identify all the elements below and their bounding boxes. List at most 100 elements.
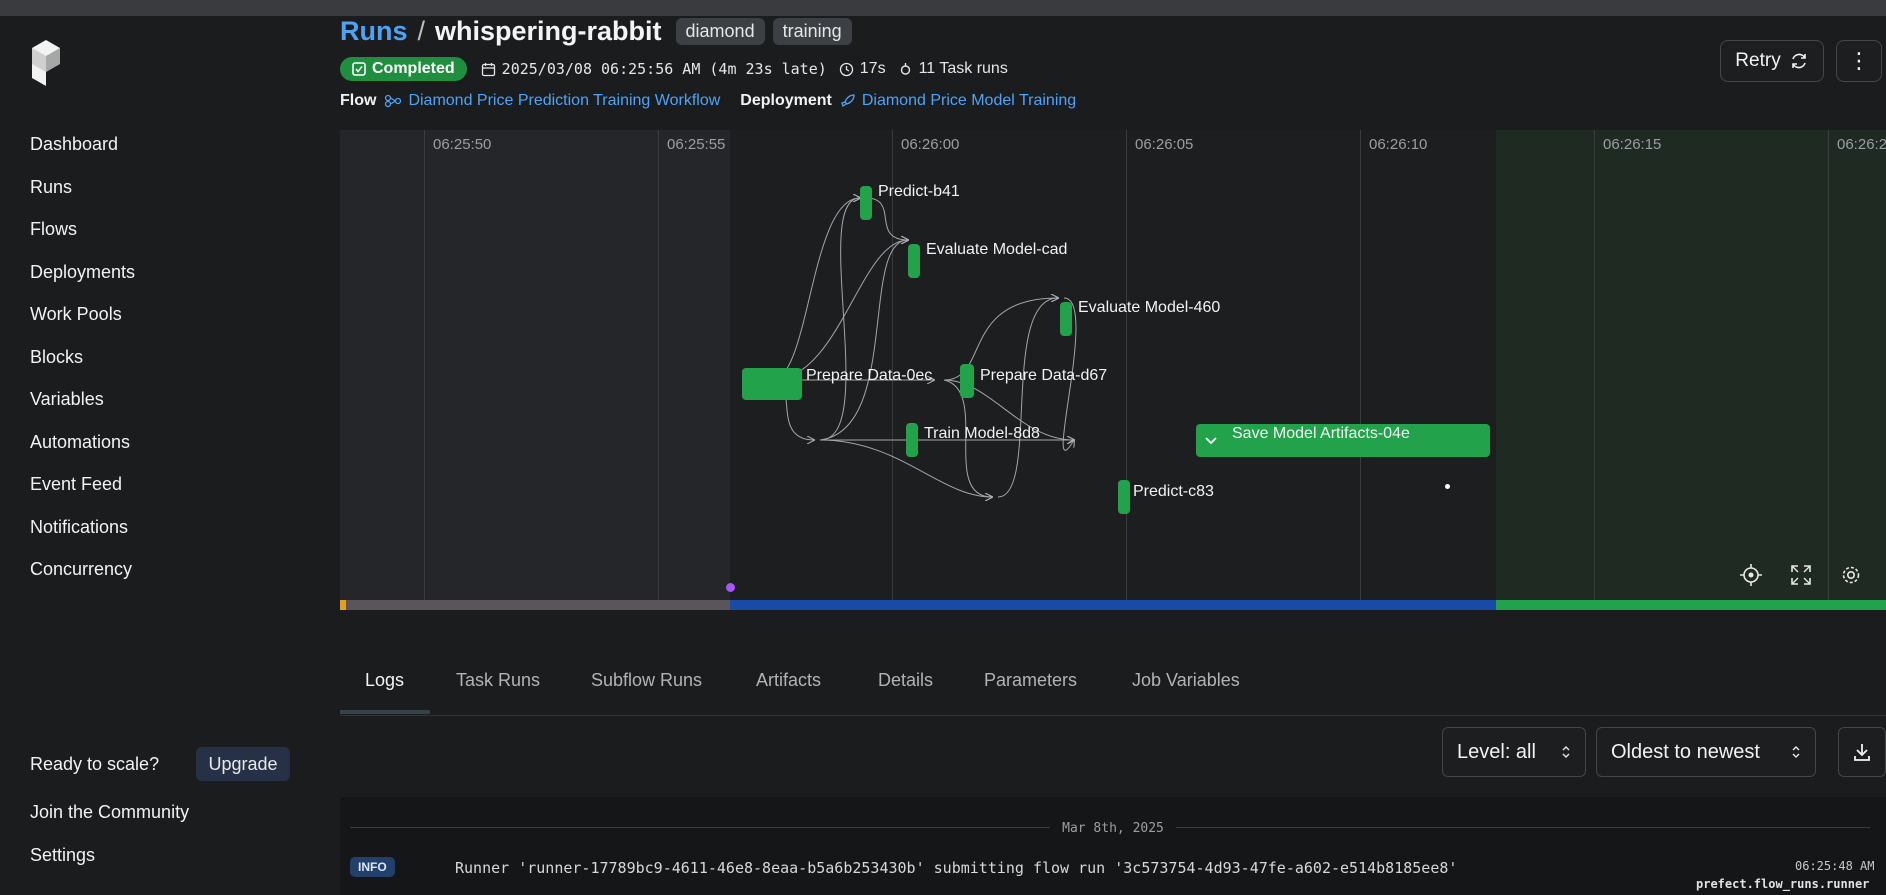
fullscreen-icon[interactable] bbox=[1786, 560, 1816, 590]
nav-event-feed[interactable]: Event Feed bbox=[30, 474, 122, 495]
browser-top-strip bbox=[0, 0, 1886, 16]
node-label: Train Model-8d8 bbox=[924, 425, 1040, 442]
join-community-link[interactable]: Join the Community bbox=[30, 802, 189, 823]
chevron-up-down-icon bbox=[1562, 746, 1570, 758]
duration: 17s bbox=[839, 60, 886, 78]
timeline-pending-segment bbox=[346, 600, 730, 610]
start-time: 2025/03/08 06:25:56 AM (4m 23s late) bbox=[481, 60, 827, 78]
tab-logs[interactable]: Logs bbox=[365, 670, 404, 691]
start-time-text: 2025/03/08 06:25:56 AM (4m 23s late) bbox=[501, 60, 827, 78]
nav-flows[interactable]: Flows bbox=[30, 219, 77, 240]
deployment-link[interactable]: Diamond Price Model Training bbox=[840, 92, 1076, 110]
node-evaluate-model-cad[interactable] bbox=[908, 244, 920, 278]
more-options-button[interactable]: ⋮ bbox=[1836, 40, 1882, 82]
tab-task-runs[interactable]: Task Runs bbox=[456, 670, 540, 691]
node-prepare-data-d67[interactable] bbox=[960, 364, 974, 398]
duration-text: 17s bbox=[859, 60, 886, 77]
nav-notifications[interactable]: Notifications bbox=[30, 517, 128, 538]
log-order-select[interactable]: Oldest to newest bbox=[1596, 727, 1816, 777]
tab-subflow-runs[interactable]: Subflow Runs bbox=[591, 670, 702, 691]
deployment-label: Deployment bbox=[740, 92, 832, 109]
node-label: Prepare Data-0ec bbox=[806, 367, 933, 384]
breadcrumb-separator: / bbox=[417, 15, 426, 46]
log-message: Runner 'runner-17789bc9-4611-46e8-8eaa-b… bbox=[455, 859, 1458, 877]
task-node-icon bbox=[900, 62, 910, 75]
node-train-model-8d8[interactable] bbox=[906, 423, 918, 457]
ready-to-scale-text: Ready to scale? bbox=[30, 754, 160, 774]
tab-job-variables[interactable]: Job Variables bbox=[1132, 670, 1240, 691]
node-label: Prepare Data-d67 bbox=[980, 367, 1108, 384]
nav-variables[interactable]: Variables bbox=[30, 389, 104, 410]
nav-work-pools[interactable]: Work Pools bbox=[30, 304, 122, 325]
timeline-marker-dot bbox=[726, 583, 735, 592]
log-level-value: Level: all bbox=[1457, 740, 1536, 763]
clock-icon bbox=[839, 62, 853, 76]
rocket-icon bbox=[841, 94, 855, 108]
log-order-value: Oldest to newest bbox=[1611, 740, 1760, 763]
node-evaluate-model-460[interactable] bbox=[1060, 302, 1072, 336]
sidebar: Dashboard Runs Flows Deployments Work Po… bbox=[0, 16, 340, 895]
node-prepare-data-0ec[interactable] bbox=[742, 368, 802, 400]
node-predict-b41[interactable] bbox=[860, 186, 872, 220]
settings-link[interactable]: Settings bbox=[30, 845, 95, 866]
node-label: Evaluate Model-460 bbox=[1078, 299, 1221, 316]
check-square-icon bbox=[352, 62, 366, 76]
graph-edges bbox=[771, 130, 1077, 610]
log-timestamp: 06:25:48 AM bbox=[1795, 859, 1875, 873]
nav-deployments[interactable]: Deployments bbox=[30, 262, 135, 283]
run-meta: Completed 2025/03/08 06:25:56 AM (4m 23s… bbox=[340, 56, 1020, 82]
nav-concurrency[interactable]: Concurrency bbox=[30, 559, 132, 580]
nav-dashboard[interactable]: Dashboard bbox=[30, 134, 118, 155]
nav-automations[interactable]: Automations bbox=[30, 432, 130, 453]
log-panel: Mar 8th, 2025 INFO Runner 'runner-17789b… bbox=[340, 797, 1886, 895]
task-runs-count: 11 Task runs bbox=[898, 60, 1008, 78]
nav-runs[interactable]: Runs bbox=[30, 177, 72, 198]
log-logger-name: prefect.flow_runs.runner bbox=[1696, 877, 1870, 891]
retry-label: Retry bbox=[1735, 50, 1781, 71]
tab-artifacts[interactable]: Artifacts bbox=[756, 670, 821, 691]
node-predict-c83[interactable] bbox=[1118, 480, 1130, 514]
refresh-icon bbox=[1791, 53, 1806, 69]
download-icon bbox=[1854, 744, 1870, 761]
task-runs-text: 11 Task runs bbox=[918, 60, 1008, 77]
run-name: whispering-rabbit bbox=[435, 15, 662, 46]
tag-diamond: diamond bbox=[675, 17, 765, 45]
date-divider-label: Mar 8th, 2025 bbox=[340, 819, 1886, 837]
upgrade-button[interactable]: Upgrade bbox=[196, 747, 290, 781]
flow-icon bbox=[385, 94, 402, 108]
log-level-badge: INFO bbox=[350, 857, 395, 877]
flow-name[interactable]: Diamond Price Prediction Training Workfl… bbox=[408, 92, 720, 110]
node-label: Save Model Artifacts-04e bbox=[1232, 425, 1410, 442]
calendar-icon bbox=[481, 62, 495, 76]
flow-label: Flow bbox=[340, 92, 377, 109]
tab-parameters[interactable]: Parameters bbox=[984, 670, 1077, 691]
status-text: Completed bbox=[372, 60, 455, 77]
node-label: Predict-c83 bbox=[1133, 483, 1214, 500]
page-title: Runs / whispering-rabbit diamond trainin… bbox=[340, 16, 854, 46]
chevron-up-down-icon bbox=[1792, 746, 1800, 758]
tag-training: training bbox=[772, 17, 852, 45]
status-badge: Completed bbox=[340, 57, 467, 81]
nav-blocks[interactable]: Blocks bbox=[30, 347, 83, 368]
prefect-logo-icon[interactable] bbox=[30, 38, 64, 88]
timeline-completed-segment bbox=[1496, 600, 1886, 610]
chevron-down-icon[interactable] bbox=[1204, 434, 1218, 448]
log-level-select[interactable]: Level: all bbox=[1442, 727, 1586, 777]
flow-deployment-row: Flow Diamond Price Prediction Training W… bbox=[340, 90, 1096, 112]
flow-run-graph[interactable]: 06:25:50 06:25:55 06:26:00 06:26:05 06:2… bbox=[340, 130, 1886, 610]
log-date: Mar 8th, 2025 bbox=[1050, 821, 1176, 836]
main-content: Runs / whispering-rabbit diamond trainin… bbox=[340, 16, 1886, 895]
tab-details[interactable]: Details bbox=[878, 670, 933, 691]
graph-cursor-dot bbox=[1445, 484, 1450, 489]
deployment-name[interactable]: Diamond Price Model Training bbox=[862, 92, 1076, 110]
tab-bar: Logs Task Runs Subflow Runs Artifacts De… bbox=[340, 656, 1886, 716]
node-label: Predict-b41 bbox=[878, 183, 960, 200]
retry-button[interactable]: Retry bbox=[1720, 40, 1824, 82]
flow-link[interactable]: Diamond Price Prediction Training Workfl… bbox=[384, 92, 720, 110]
node-label: Evaluate Model-cad bbox=[926, 241, 1068, 258]
download-logs-button[interactable] bbox=[1838, 727, 1886, 777]
recenter-icon[interactable] bbox=[1736, 560, 1766, 590]
breadcrumb-runs-link[interactable]: Runs bbox=[340, 16, 408, 47]
gear-icon[interactable] bbox=[1836, 560, 1866, 590]
active-tab-indicator bbox=[340, 710, 430, 714]
